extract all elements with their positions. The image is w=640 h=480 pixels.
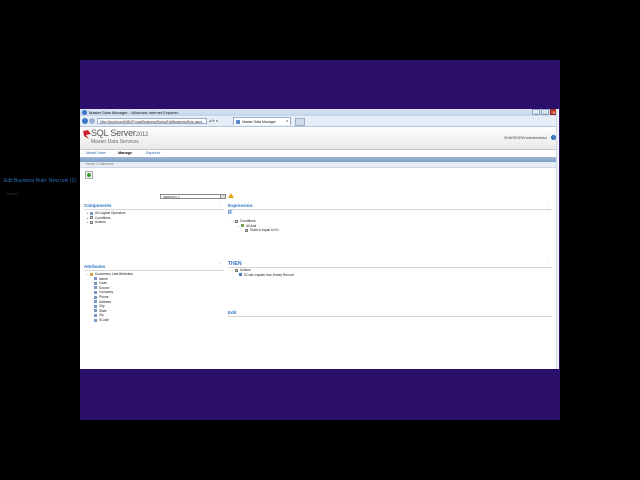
address-bar: http://localhost:8080/Portal/BusinessRul… bbox=[80, 116, 559, 127]
expression-collapse-icon[interactable]: ^ bbox=[548, 201, 549, 205]
attribute-icon bbox=[94, 291, 97, 294]
condition-icon bbox=[245, 228, 248, 232]
components-divider bbox=[84, 209, 224, 210]
attribute-icon bbox=[94, 309, 97, 313]
tree-item-label: Actions bbox=[240, 268, 251, 272]
attribute-label: Company bbox=[99, 290, 114, 295]
expression-divider bbox=[228, 209, 552, 210]
tree-item-label: All Logical Operators bbox=[95, 211, 126, 215]
condition-icon bbox=[235, 219, 238, 223]
tab-favicon-icon bbox=[236, 120, 240, 124]
product-year: 2012 bbox=[135, 132, 149, 138]
attribute-item[interactable]: SCode bbox=[86, 318, 133, 323]
components-tree: + All Logical Operators + Conditions + Acti… bbox=[86, 211, 126, 225]
vertical-scrollbar[interactable] bbox=[556, 109, 559, 369]
tree-item-label: Conditions bbox=[240, 219, 256, 223]
browser-window: Master Data Manager - Windows Internet E… bbox=[80, 109, 559, 369]
tree-item-label: Conditions bbox=[95, 215, 111, 220]
attribute-label: State bbox=[99, 308, 107, 313]
window-title: Master Data Manager - Windows Internet E… bbox=[89, 110, 179, 115]
attribute-label: Code bbox=[99, 281, 107, 286]
then-tree: − Actions SCode equals Has Jersey Record bbox=[231, 268, 294, 277]
attribute-icon bbox=[94, 277, 97, 281]
menu-model-view[interactable]: Model View bbox=[86, 151, 106, 155]
attributes-tree: − Customers Leaf Attributes Name Code Sou… bbox=[86, 272, 133, 323]
window-titlebar: Master Data Manager - Windows Internet E… bbox=[80, 109, 559, 116]
attribute-icon bbox=[94, 313, 97, 317]
if-condition-state[interactable]: State is equal to NJ bbox=[231, 228, 279, 233]
new-tab-button[interactable] bbox=[295, 118, 305, 126]
attribute-label: Phone bbox=[99, 294, 109, 299]
components-collapse-icon[interactable]: ^ bbox=[219, 201, 220, 205]
window-controls: – □ x bbox=[532, 109, 558, 115]
maximize-button[interactable]: □ bbox=[541, 109, 549, 115]
minimize-button[interactable]: – bbox=[532, 109, 540, 115]
toolbar bbox=[80, 168, 559, 182]
back-icon[interactable] bbox=[82, 118, 88, 124]
menu-manage[interactable]: Manage bbox=[118, 151, 132, 155]
product-title: SQL Server bbox=[91, 128, 136, 138]
attribute-icon bbox=[94, 281, 97, 285]
then-action-item[interactable]: SCode equals Has Jersey Record bbox=[231, 273, 294, 278]
expression-header: Expression: bbox=[228, 203, 254, 208]
action-icon bbox=[235, 268, 238, 272]
attributes-collapse-icon[interactable]: ^ bbox=[219, 262, 220, 266]
tree-item-label: SCode equals Has Jersey Record bbox=[244, 272, 294, 277]
components-header: Components bbox=[84, 203, 112, 208]
refresh-stop-icons[interactable]: ◂ ⟳ ✕ bbox=[209, 118, 233, 124]
edit-header: Edit bbox=[228, 310, 237, 315]
attribute-label: Name bbox=[99, 276, 108, 281]
folder-icon bbox=[90, 211, 93, 215]
if-collapse-icon[interactable]: ^ bbox=[548, 210, 549, 214]
edit-divider bbox=[228, 316, 552, 317]
url-input[interactable]: http://localhost:8080/Portal/BusinessRul… bbox=[97, 118, 207, 124]
and-operator-icon bbox=[241, 224, 244, 228]
tree-item-label: Customers Leaf Attributes bbox=[95, 272, 133, 276]
if-label: IF bbox=[228, 210, 233, 216]
menu-explorer[interactable]: Explorer bbox=[146, 151, 160, 155]
user-name: SHAREDENV\administrator bbox=[504, 136, 547, 140]
warning-icon bbox=[228, 193, 234, 198]
action-icon bbox=[239, 273, 242, 277]
tab-title: Master Data Manager bbox=[242, 120, 276, 124]
add-rule-button[interactable] bbox=[85, 171, 93, 179]
tree-item-label: All And bbox=[246, 223, 257, 228]
then-collapse-icon[interactable]: ^ bbox=[548, 259, 549, 263]
tree-item-label: State is equal to NJ bbox=[250, 228, 279, 233]
version-label: Version: bbox=[6, 192, 19, 196]
if-tree: − Conditions − All And State is equal to N… bbox=[231, 219, 279, 233]
main-menu: Model View Manage Explorer bbox=[80, 150, 559, 157]
attribute-label: Address bbox=[99, 299, 112, 304]
tree-item-label: Actions bbox=[95, 220, 106, 225]
attribute-label: Zip bbox=[99, 313, 104, 318]
attribute-label: SCode bbox=[99, 317, 110, 322]
page-title: Edit Business Rule: New rule (1) bbox=[4, 178, 76, 184]
attribute-icon bbox=[94, 286, 97, 290]
attribute-icon bbox=[94, 318, 97, 322]
attribute-icon bbox=[94, 300, 97, 304]
attribute-icon bbox=[94, 295, 97, 299]
forward-icon[interactable] bbox=[89, 118, 95, 124]
folder-icon bbox=[90, 220, 93, 224]
expand-icon[interactable]: + bbox=[86, 220, 89, 225]
entity-icon bbox=[90, 272, 93, 276]
tree-item-actions[interactable]: + Actions bbox=[86, 220, 126, 225]
app-banner: SQL Server2012 Master Data Services SHAR… bbox=[80, 127, 559, 150]
attributes-header: Attributes bbox=[84, 264, 106, 269]
product-name: SQL Server2012 bbox=[91, 128, 148, 138]
product-subtitle: Master Data Services bbox=[91, 139, 139, 145]
browser-tab[interactable]: Master Data Manager bbox=[233, 117, 291, 125]
attribute-label: City bbox=[99, 304, 105, 309]
attributes-divider bbox=[84, 270, 224, 271]
sql-server-logo-icon bbox=[83, 130, 91, 139]
tab-close-icon[interactable]: x bbox=[286, 118, 288, 123]
version-select[interactable]: VERSION_1 bbox=[160, 194, 226, 199]
attribute-label: Source bbox=[99, 285, 110, 290]
ie-icon bbox=[82, 110, 87, 115]
folder-icon bbox=[90, 216, 93, 220]
attribute-icon bbox=[94, 304, 97, 308]
